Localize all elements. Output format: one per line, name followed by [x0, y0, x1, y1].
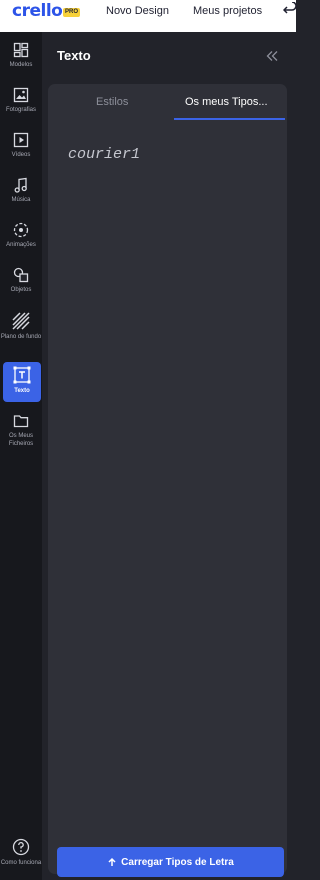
- collapse-panel-icon[interactable]: [266, 50, 278, 62]
- objects-icon: [13, 267, 29, 283]
- rail-item-background[interactable]: Plano de fundo: [0, 312, 42, 341]
- rail-item-videos[interactable]: Vídeos: [0, 132, 42, 159]
- photos-icon: [13, 87, 29, 103]
- rail-item-how-it-works[interactable]: Como funciona: [0, 838, 42, 867]
- templates-icon: [13, 42, 29, 58]
- upload-icon: [108, 857, 116, 866]
- music-icon: [14, 177, 27, 193]
- active-tab-indicator: [174, 118, 285, 120]
- top-bar: crello PRO Novo Design Meus projetos: [0, 0, 297, 32]
- rail-item-label: Música: [11, 197, 31, 203]
- left-rail: [0, 32, 42, 880]
- rail-item-label: Texto: [14, 388, 30, 394]
- undo-icon[interactable]: [283, 2, 297, 16]
- pro-badge: PRO: [63, 8, 81, 17]
- upload-fonts-label: Carregar Tipos de Letra: [121, 856, 234, 868]
- rail-item-label: Fotografias: [5, 107, 36, 113]
- panel-title: Texto: [57, 48, 91, 63]
- panel-content: [48, 84, 287, 874]
- background-icon: [12, 312, 30, 330]
- tab-my-fonts[interactable]: Os meus Tipos...: [185, 96, 268, 108]
- rail-item-label: Os Meus Ficheiros: [8, 433, 34, 447]
- rail-item-label: Vídeos: [11, 152, 31, 158]
- rail-item-objects[interactable]: Objetos: [0, 267, 42, 294]
- rail-item-label: Objetos: [10, 287, 32, 293]
- rail-item-templates[interactable]: Modelos: [0, 42, 42, 69]
- my-projects-link[interactable]: Meus projetos: [193, 5, 262, 17]
- crello-logo[interactable]: crello: [12, 1, 63, 21]
- rail-item-animations[interactable]: Animações: [0, 222, 42, 249]
- rail-item-label: Animações: [6, 242, 36, 248]
- rail-item-photos[interactable]: Fotografias: [0, 87, 42, 114]
- animations-icon: [13, 222, 29, 238]
- video-icon: [13, 132, 29, 148]
- new-design-link[interactable]: Novo Design: [106, 5, 169, 17]
- rail-item-music[interactable]: Música: [0, 177, 42, 204]
- folder-icon: [13, 415, 29, 428]
- rail-item-text[interactable]: Texto: [3, 362, 41, 402]
- text-icon: [13, 366, 31, 384]
- rail-item-label: Modelos: [9, 62, 33, 68]
- font-list-item[interactable]: courier1: [68, 146, 140, 163]
- rail-help-label: Como funciona: [0, 860, 42, 866]
- help-icon: [12, 838, 30, 856]
- rail-item-label: Plano de fundo: [0, 334, 42, 340]
- rail-item-my-files[interactable]: Os Meus Ficheiros: [0, 413, 42, 448]
- tab-styles[interactable]: Estilos: [96, 96, 128, 108]
- upload-fonts-button[interactable]: Carregar Tipos de Letra: [57, 847, 284, 877]
